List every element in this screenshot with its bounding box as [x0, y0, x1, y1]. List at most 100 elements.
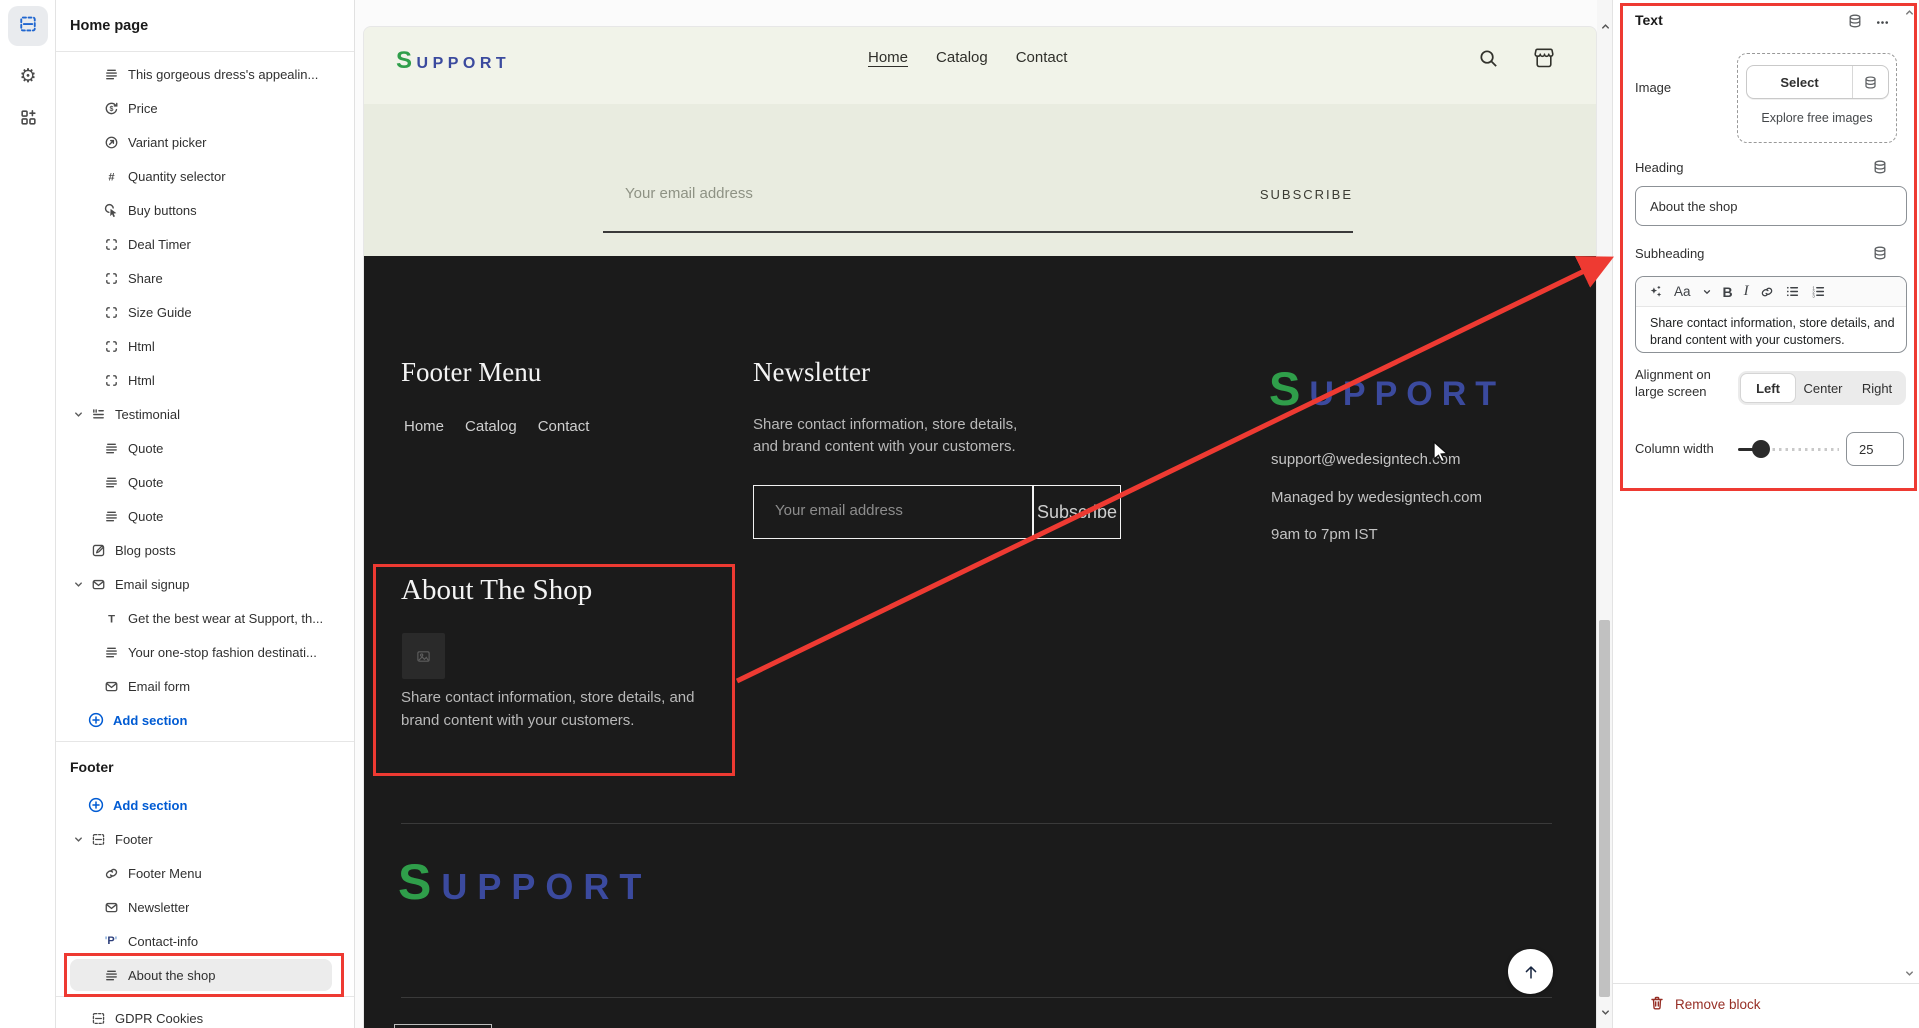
alignment-option-center[interactable]: Center [1796, 373, 1850, 403]
sidebar-item-footer[interactable]: Footer [56, 822, 354, 856]
dynamic-source-icon[interactable] [1847, 13, 1863, 34]
sidebar-item-gdpr-cookies[interactable]: GDPR Cookies [56, 1001, 354, 1028]
sidebar-item-quantity-selector[interactable]: #Quantity selector [56, 159, 354, 193]
panel-scroll-up-icon[interactable] [1901, 4, 1917, 20]
panel-title: Text [1635, 12, 1663, 28]
apps-icon [19, 108, 38, 132]
dynamic-source-icon[interactable] [1852, 66, 1888, 98]
type-t-icon: T [103, 610, 119, 626]
add-section-button[interactable]: Add section [56, 703, 354, 737]
sidebar-item-this-gorgeous-dress-s-appealin[interactable]: This gorgeous dress's appealin... [56, 57, 354, 91]
preview-scrollbar-thumb[interactable] [1599, 620, 1610, 997]
sidebar-item-size-guide[interactable]: Size Guide [56, 295, 354, 329]
rail-settings-tab[interactable]: ⚙ [8, 56, 48, 96]
block-icon [103, 338, 119, 354]
bullet-list-icon[interactable] [1785, 284, 1800, 299]
account-icon[interactable] [1532, 46, 1556, 75]
sidebar-item-buy-buttons[interactable]: Buy buttons [56, 193, 354, 227]
nav-link-catalog[interactable]: Catalog [936, 49, 988, 66]
sidebar-item-your-one-stop-fashion-destinati[interactable]: Your one-stop fashion destinati... [56, 635, 354, 669]
sidebar-item-price[interactable]: $Price [56, 91, 354, 125]
text-lines-icon [103, 967, 119, 983]
footer-email-field[interactable]: Your email address [753, 485, 1033, 539]
numbered-list-icon[interactable]: 123 [1811, 284, 1826, 299]
rail-sections-tab[interactable] [8, 6, 48, 46]
block-settings-panel: Text Image Select Explore free images He… [1612, 0, 1919, 1028]
store-preview: SUPPORT Home Catalog Contact Your email ad… [363, 26, 1597, 1028]
add-section-button[interactable]: Add section [56, 788, 354, 822]
preview-scroll-up-icon[interactable] [1597, 18, 1613, 34]
italic-button[interactable]: I [1744, 283, 1749, 300]
dynamic-source-icon[interactable] [1872, 245, 1888, 266]
preview-scroll-down-icon[interactable] [1597, 1004, 1613, 1020]
bold-button[interactable]: B [1723, 284, 1733, 300]
footer-contact-email[interactable]: support@wedesigntech.com [1271, 451, 1461, 468]
sidebar-item-get-the-best-wear-at-support-th[interactable]: TGet the best wear at Support, th... [56, 601, 354, 635]
sidebar-item-variant-picker[interactable]: Variant picker [56, 125, 354, 159]
heading-input[interactable] [1635, 186, 1907, 226]
trash-icon [1649, 995, 1665, 1014]
footer-newsletter-text: Share contact information, store details… [753, 414, 1043, 458]
column-width-input[interactable] [1846, 432, 1904, 466]
variant-icon [103, 134, 119, 150]
hash-icon: # [103, 168, 119, 184]
sidebar-item-html[interactable]: Html [56, 363, 354, 397]
alignment-option-left[interactable]: Left [1740, 373, 1796, 403]
more-options-icon[interactable] [1875, 15, 1890, 35]
sidebar-item-newsletter[interactable]: Newsletter [56, 890, 354, 924]
magic-icon[interactable] [1648, 284, 1663, 299]
text-style-button[interactable]: Aa [1674, 284, 1691, 299]
explore-free-images-link[interactable]: Explore free images [1738, 111, 1896, 125]
subscribe-button[interactable]: SUBSCRIBE [1260, 187, 1353, 202]
remove-block-button[interactable]: Remove block [1649, 995, 1761, 1014]
sidebar-item-email-signup[interactable]: Email signup [56, 567, 354, 601]
subheading-editor[interactable]: Aa BI 123 Share contact information, store… [1635, 276, 1907, 353]
scroll-to-top-button[interactable] [1508, 949, 1553, 994]
email-placeholder: Your email address [625, 185, 753, 202]
sidebar-item-about-the-shop[interactable]: About the shop [56, 958, 354, 992]
nav-link-home[interactable]: Home [868, 49, 908, 66]
rail-apps-tab[interactable] [8, 100, 48, 140]
svg-text:T: T [108, 613, 115, 625]
alignment-option-right[interactable]: Right [1850, 373, 1904, 403]
sidebar-item-contact-info[interactable]: 'P'Contact-info [56, 924, 354, 958]
chevron-down-icon[interactable] [71, 407, 85, 421]
footer-link-home[interactable]: Home [404, 418, 444, 435]
sidebar-item-share[interactable]: Share [56, 261, 354, 295]
alignment-label: Alignment on large screen [1635, 366, 1730, 400]
slider-knob[interactable] [1752, 440, 1770, 458]
sidebar-item-html[interactable]: Html [56, 329, 354, 363]
footer-link-contact[interactable]: Contact [538, 418, 590, 435]
footer-subscribe-button[interactable]: Subscribe [1033, 485, 1121, 539]
country-selector[interactable]: India (INR ₹) [394, 1024, 492, 1028]
link-icon[interactable] [1760, 285, 1774, 299]
store-logo[interactable]: SUPPORT [396, 47, 510, 75]
image-select-button[interactable]: Select [1746, 65, 1889, 99]
sidebar-item-testimonial[interactable]: Testimonial [56, 397, 354, 431]
sidebar-item-quote[interactable]: Quote [56, 465, 354, 499]
dynamic-source-icon[interactable] [1872, 159, 1888, 180]
chevron-down-icon[interactable] [71, 577, 85, 591]
newsletter-email-field[interactable]: Your email address SUBSCRIBE [603, 182, 1353, 233]
price-icon: $ [103, 100, 119, 116]
sidebar-item-quote[interactable]: Quote [56, 499, 354, 533]
sidebar-item-deal-timer[interactable]: Deal Timer [56, 227, 354, 261]
chevron-down-icon[interactable] [1702, 287, 1712, 297]
about-image-placeholder [402, 633, 445, 679]
footer-contact-hours: 9am to 7pm IST [1271, 526, 1378, 543]
mail-icon [103, 678, 119, 694]
chevron-down-icon[interactable] [71, 832, 85, 846]
image-picker: Select Explore free images [1737, 53, 1897, 143]
sidebar-item-email-form[interactable]: Email form [56, 669, 354, 703]
sidebar-section-list: This gorgeous dress's appealin...$PriceV… [56, 52, 354, 1028]
column-width-slider[interactable] [1738, 434, 1839, 464]
nav-link-contact[interactable]: Contact [1016, 49, 1068, 66]
search-icon[interactable] [1477, 47, 1500, 75]
svg-text:#: # [108, 171, 115, 183]
panel-scroll-down-icon[interactable] [1901, 965, 1917, 981]
sidebar-item-blog-posts[interactable]: Blog posts [56, 533, 354, 567]
footer-link-catalog[interactable]: Catalog [465, 418, 517, 435]
sidebar-item-quote[interactable]: Quote [56, 431, 354, 465]
sidebar-item-footer-menu[interactable]: Footer Menu [56, 856, 354, 890]
subheading-text[interactable]: Share contact information, store details… [1650, 315, 1896, 349]
